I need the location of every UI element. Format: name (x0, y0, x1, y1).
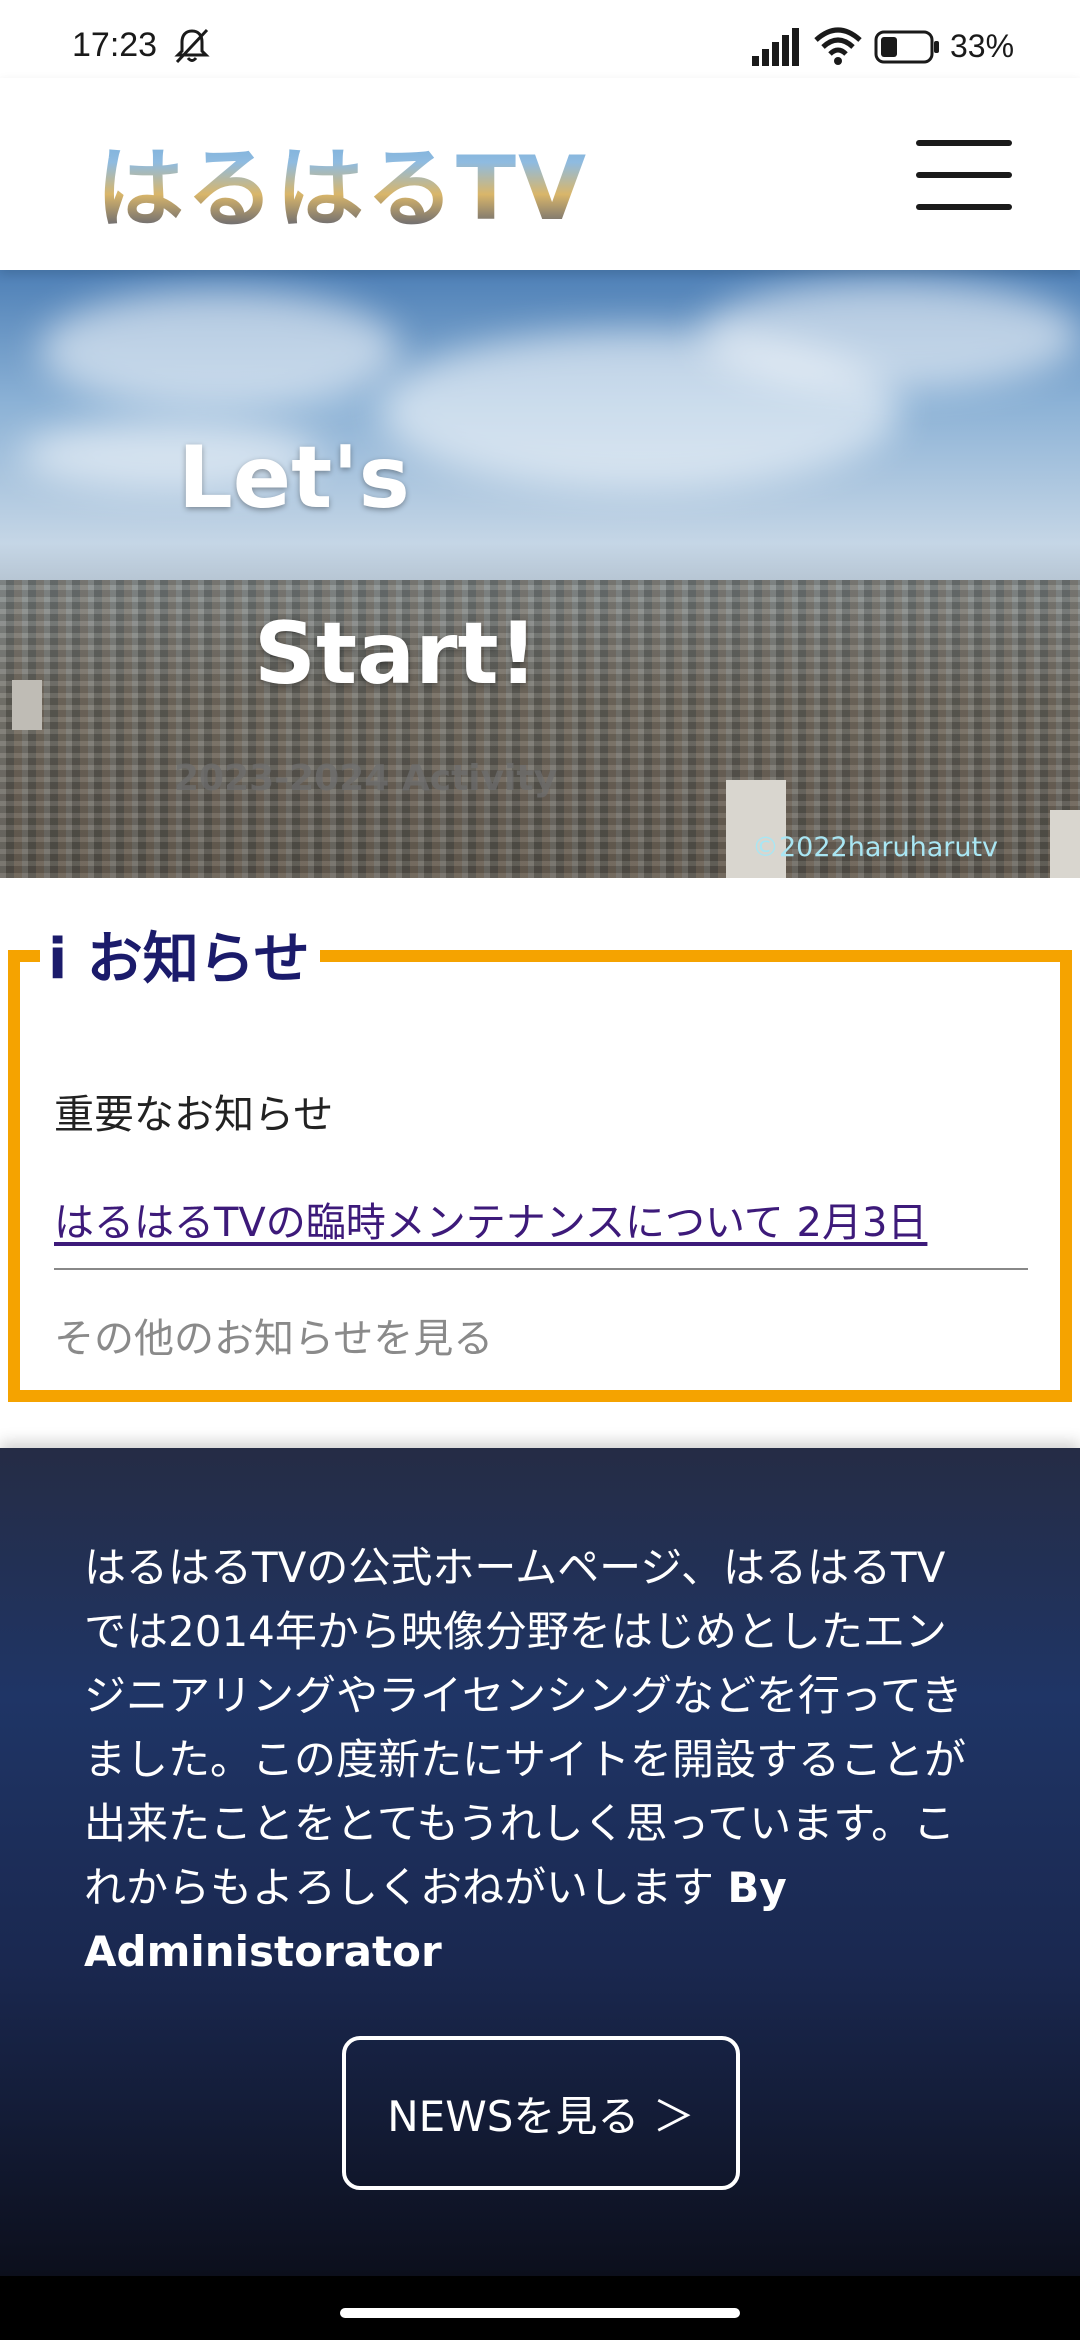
battery-percentage: 33% (950, 28, 1015, 64)
wifi-icon (814, 27, 862, 65)
hero-activity-label: 2023-2024 Activity (174, 758, 558, 799)
status-bar: 17:23 33% (0, 0, 1080, 78)
hero-copyright: ©2022haruharutv (752, 832, 999, 863)
battery-icon (874, 30, 939, 64)
about-text: はるはるTVの公式ホームページ、はるはるTVでは2014年から映像分野をはじめと… (84, 1536, 984, 1984)
hero-banner: Let's Start! 2023-2024 Activity ©2022har… (0, 270, 1080, 878)
about-body: はるはるTVの公式ホームページ、はるはるTVでは2014年から映像分野をはじめと… (84, 1543, 967, 1912)
maintenance-notice-link[interactable]: はるはるTVの臨時メンテナンスについて 2月3日 (54, 1190, 927, 1248)
hamburger-menu-icon[interactable] (916, 128, 1012, 224)
hero-title-line2: Start! (254, 604, 538, 704)
more-notices-link[interactable]: その他のお知らせを見る (54, 1306, 493, 1364)
news-button[interactable]: NEWSを見る ＞ (342, 2036, 740, 2190)
site-logo[interactable]: はるはるTV (96, 118, 588, 245)
notice-heading: i お知らせ (40, 925, 320, 995)
site-header: はるはるTV (0, 78, 1080, 270)
home-indicator[interactable] (340, 2308, 740, 2318)
hero-title-line1: Let's (178, 428, 410, 528)
notice-divider (54, 1268, 1028, 1270)
status-time: 17:23 (72, 26, 158, 64)
important-notice-label: 重要なお知らせ (54, 1092, 334, 1138)
signal-icon (752, 28, 799, 66)
bell-off-icon (174, 28, 210, 64)
